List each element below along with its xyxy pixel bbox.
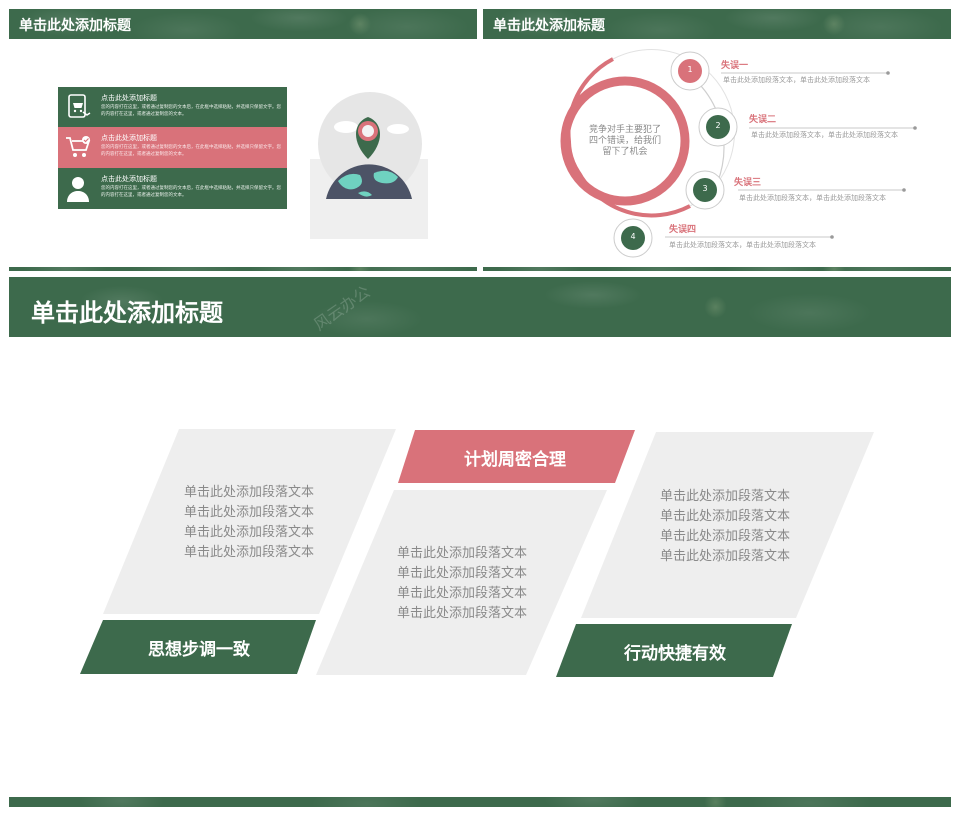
- person-icon: [67, 177, 89, 202]
- panel-3-text: 单击此处添加段落文本 单击此处添加段落文本 单击此处添加段落文本 单击此处添加段…: [659, 489, 790, 564]
- center-text: 竞争对手主要犯了 四个错误，给我们 留下了机会: [588, 125, 661, 157]
- slide-1-title[interactable]: 单击此处添加标题: [19, 15, 131, 35]
- info-row-2-heading: 点击此处添加标题: [101, 134, 157, 142]
- slide-3: 单击此处添加标题 风云办公 单击此处添加段落文本 单击此处添加段落文本 单击此处…: [9, 277, 951, 807]
- error-1-title: 失误一: [721, 61, 749, 71]
- slide-1-bottom-bar: [9, 267, 477, 271]
- info-row-2: 点击此处添加标题 您的内容打在这里，或者通过复制您的文本后，在此框中选择粘贴，并…: [58, 127, 287, 173]
- error-3-desc: 单击此处添加段落文本，单击此处添加段落文本: [739, 194, 886, 202]
- slide-3-bottom-bar: [9, 797, 951, 807]
- error-2-title: 失误二: [749, 115, 777, 125]
- slide-3-title[interactable]: 单击此处添加标题: [31, 293, 223, 328]
- tablet-cart-icon: [68, 94, 91, 118]
- marker-4-number: 4: [630, 232, 636, 241]
- panel-1-text: 单击此处添加段落文本 单击此处添加段落文本 单击此处添加段落文本 单击此处添加段…: [183, 485, 314, 560]
- info-row-2-body: 您的内容打在这里，或者通过复制您的文本后，在此框中选择粘贴，并选择只保留文字。您…: [101, 145, 281, 157]
- info-row-1-heading: 点击此处添加标题: [101, 94, 157, 102]
- error-2-desc: 单击此处添加段落文本，单击此处添加段落文本: [751, 131, 898, 139]
- info-row-3: 点击此处添加标题 您的内容打在这里，或者通过复制您的文本后，在此框中选择粘贴，并…: [58, 168, 287, 209]
- slide-2: 单击此处添加标题 竞争对手主要犯了 四个错误，给我们 留下了机会 1 2 3 4…: [483, 9, 951, 271]
- panel-2-label[interactable]: 计划周密合理: [415, 445, 615, 470]
- shopping-cart-icon: [66, 136, 91, 157]
- error-3-title: 失误三: [734, 178, 762, 188]
- watermark: 风云办公: [310, 282, 374, 335]
- error-4-title: 失误四: [669, 225, 697, 235]
- error-4-desc: 单击此处添加段落文本，单击此处添加段落文本: [669, 241, 816, 249]
- globe-pin-illustration: [310, 92, 428, 239]
- marker-1-number: 1: [687, 65, 693, 74]
- slide-1-title-bar: 单击此处添加标题: [9, 9, 477, 39]
- info-row-3-body: 您的内容打在这里，或者通过复制您的文本后，在此框中选择粘贴，并选择只保留文字。您…: [101, 186, 281, 198]
- panel-3-label[interactable]: 行动快捷有效: [575, 639, 775, 664]
- info-row-1-body: 您的内容打在这里，或者通过复制您的文本后，在此框中选择粘贴，并选择只保留文字。您…: [101, 105, 281, 117]
- marker-2-number: 2: [715, 121, 721, 130]
- slide-2-bottom-bar: [483, 267, 951, 271]
- info-row-3-heading: 点击此处添加标题: [101, 175, 157, 183]
- panel-2-text: 单击此处添加段落文本 单击此处添加段落文本 单击此处添加段落文本 单击此处添加段…: [396, 546, 527, 621]
- slide-1: 单击此处添加标题 点击此处添加标题 您的内容打在这里，或者通过复制您的文本后，在…: [9, 9, 477, 271]
- info-card: 点击此处添加标题 您的内容打在这里，或者通过复制您的文本后，在此框中选择粘贴，并…: [58, 87, 287, 209]
- marker-3-number: 3: [702, 184, 708, 193]
- panel-1-label[interactable]: 思想步调一致: [99, 635, 299, 660]
- error-1-desc: 单击此处添加段落文本，单击此处添加段落文本: [723, 76, 870, 84]
- slide-3-title-bar: 单击此处添加标题 风云办公: [9, 277, 951, 337]
- info-row-1: 点击此处添加标题 您的内容打在这里，或者通过复制您的文本后，在此框中选择粘贴，并…: [58, 87, 287, 127]
- errors-diagram: [560, 49, 917, 258]
